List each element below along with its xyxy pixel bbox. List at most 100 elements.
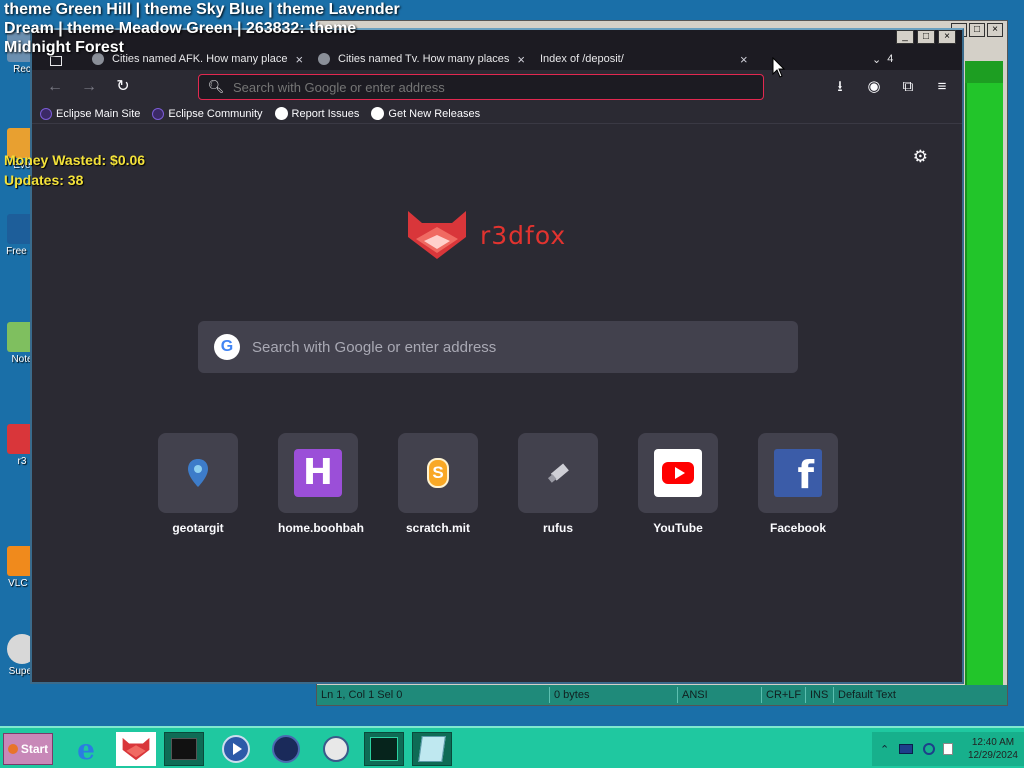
tab-close-icon[interactable]: × — [517, 52, 525, 67]
nav-bar: ← → ↻ 🔍︎ ⭳ ◉ ⧉ ≡ — [32, 70, 962, 104]
maximize-button[interactable]: □ — [917, 30, 935, 44]
status-mode: INS — [805, 687, 833, 703]
shortcut-tile[interactable] — [638, 433, 718, 513]
start-orb-icon — [7, 744, 18, 754]
taskbar-terminal[interactable] — [164, 732, 204, 766]
download-icon[interactable]: ⭳ — [830, 77, 850, 97]
url-input[interactable] — [233, 79, 733, 95]
start-button[interactable]: Start — [3, 733, 53, 765]
newtab-search-placeholder: Search with Google or enter address — [252, 338, 497, 356]
chevron-up-icon[interactable]: ⌃ — [880, 743, 889, 756]
r3dfox-icon — [122, 737, 150, 761]
notepad-icon — [418, 736, 446, 762]
bookmark-eclipse-main[interactable]: Eclipse Main Site — [40, 107, 141, 120]
taskbar-media-player[interactable] — [216, 732, 256, 766]
shortcut-facebook[interactable]: f Facebook — [758, 433, 838, 535]
shortcut-label: scratch.mit — [405, 521, 471, 535]
bookmark-label: Get New Releases — [388, 107, 481, 120]
github-icon — [274, 107, 288, 120]
bookmark-label: Report Issues — [291, 107, 360, 120]
maximize-button[interactable]: □ — [969, 23, 985, 37]
taskbar-internet-explorer[interactable]: e — [66, 732, 106, 766]
account-icon[interactable]: ◉ — [864, 77, 884, 97]
status-size: 0 bytes — [549, 687, 677, 703]
bookmark-get-new-releases[interactable]: Get New Releases — [371, 107, 480, 120]
close-button[interactable]: × — [938, 30, 956, 44]
close-button[interactable]: × — [987, 23, 1003, 37]
minimize-button[interactable]: _ — [896, 30, 914, 44]
webcam-icon — [323, 736, 349, 762]
status-position: Ln 1, Col 1 Sel 0 — [321, 689, 403, 701]
taskbar: Start e ⌃ 12:40 AM 12/29/2024 — [0, 726, 1024, 768]
bookmarks-toolbar: Eclipse Main Site Eclipse Community Repo… — [32, 104, 962, 124]
money-wasted: Money Wasted: $0.06 — [4, 152, 146, 168]
network-icon[interactable] — [899, 744, 914, 754]
media-player-icon — [222, 735, 250, 763]
shortcut-rufus[interactable]: rufus — [518, 433, 598, 535]
shortcut-tile[interactable] — [158, 433, 238, 513]
new-tab-page: ⚙ r3dfox G Search with Google or enter a… — [32, 125, 962, 682]
shortcut-tile[interactable] — [518, 433, 598, 513]
tab-close-icon[interactable]: × — [740, 52, 748, 67]
tab-title: Index of /deposit/ — [540, 53, 624, 65]
clock-date: 12/29/2024 — [967, 750, 1018, 761]
shortcut-tile[interactable]: S — [398, 433, 478, 513]
brand-logo: r3dfox — [406, 209, 566, 261]
shortcut-geotargit[interactable]: geotargit — [158, 433, 238, 535]
updates-count: Updates: 38 — [4, 172, 84, 188]
volume-icon[interactable] — [923, 743, 936, 755]
shortcut-label: rufus — [543, 521, 573, 535]
shortcut-label: geotargit — [172, 521, 224, 535]
taskbar-editor-app[interactable] — [412, 732, 452, 766]
r3dfox-logo-icon — [408, 211, 466, 259]
shortcut-label: home.boohbah — [278, 521, 364, 535]
shortcut-tile[interactable]: H — [278, 433, 358, 513]
tab-count: 4 — [887, 53, 894, 65]
taskbar-monitor-app[interactable] — [364, 732, 404, 766]
youtube-icon — [654, 449, 702, 497]
system-tray: ⌃ 12:40 AM 12/29/2024 — [872, 732, 1024, 766]
taskbar-r3dfox[interactable] — [116, 732, 156, 766]
terminal-icon — [171, 738, 197, 760]
browser-window[interactable]: Cities named AFK. How many place × Citie… — [30, 28, 964, 684]
shortcut-youtube[interactable]: YouTube — [638, 433, 718, 535]
bookmark-eclipse-community[interactable]: Eclipse Community — [152, 107, 263, 120]
theme-overlay-title: theme Green Hill | theme Sky Blue | them… — [4, 1, 400, 56]
bookmark-label: Eclipse Main Site — [56, 107, 141, 120]
status-style: Default Text — [833, 687, 900, 703]
clock-time: 12:40 AM — [971, 737, 1015, 748]
status-eol: CR+LF — [761, 687, 805, 703]
back-button[interactable]: ← — [44, 77, 66, 97]
forward-button[interactable]: → — [78, 77, 100, 97]
brand-name: r3dfox — [480, 220, 567, 250]
mouse-cursor-icon — [772, 57, 786, 78]
editor-scroll-top — [965, 61, 1003, 83]
extensions-icon[interactable]: ⧉ — [898, 77, 918, 97]
map-pin-icon — [188, 459, 208, 487]
tab-overflow-button[interactable]: ⌄ 4 — [872, 48, 893, 70]
editor-scroll-area[interactable] — [965, 61, 1003, 687]
menu-icon[interactable]: ≡ — [932, 77, 952, 97]
newtab-search-box[interactable]: G Search with Google or enter address — [198, 321, 798, 373]
shortcut-home-boohbah[interactable]: H home.boohbah — [278, 433, 364, 535]
shortcut-label: YouTube — [653, 521, 703, 535]
chevron-down-icon: ⌄ — [872, 53, 882, 66]
tab-index-deposit[interactable]: Index of /deposit/ × — [540, 48, 748, 70]
gear-icon[interactable]: ⚙ — [913, 147, 928, 167]
flag-icon[interactable] — [943, 743, 954, 755]
taskbar-webcam-app[interactable] — [316, 732, 356, 766]
url-bar[interactable]: 🔍︎ — [198, 74, 764, 100]
top-sites: geotargit H home.boohbah S scratch.mit r… — [158, 433, 838, 535]
facebook-icon: f — [774, 449, 822, 497]
reload-button[interactable]: ↻ — [112, 77, 134, 97]
start-label: Start — [20, 742, 49, 756]
eclipse-icon — [40, 107, 52, 120]
shortcut-tile[interactable]: f — [758, 433, 838, 513]
bookmark-report-issues[interactable]: Report Issues — [274, 107, 360, 120]
google-icon: G — [214, 334, 240, 360]
taskbar-globe-app[interactable] — [266, 732, 306, 766]
clock[interactable]: 12:40 AM 12/29/2024 — [968, 736, 1018, 762]
toolbar-right: ⭳ ◉ ⧉ ≡ — [830, 77, 952, 97]
editor-statusbar: Ln 1, Col 1 Sel 0 0 bytes ANSI CR+LF INS… — [317, 685, 1007, 705]
shortcut-scratch-mit[interactable]: S scratch.mit — [398, 433, 478, 535]
